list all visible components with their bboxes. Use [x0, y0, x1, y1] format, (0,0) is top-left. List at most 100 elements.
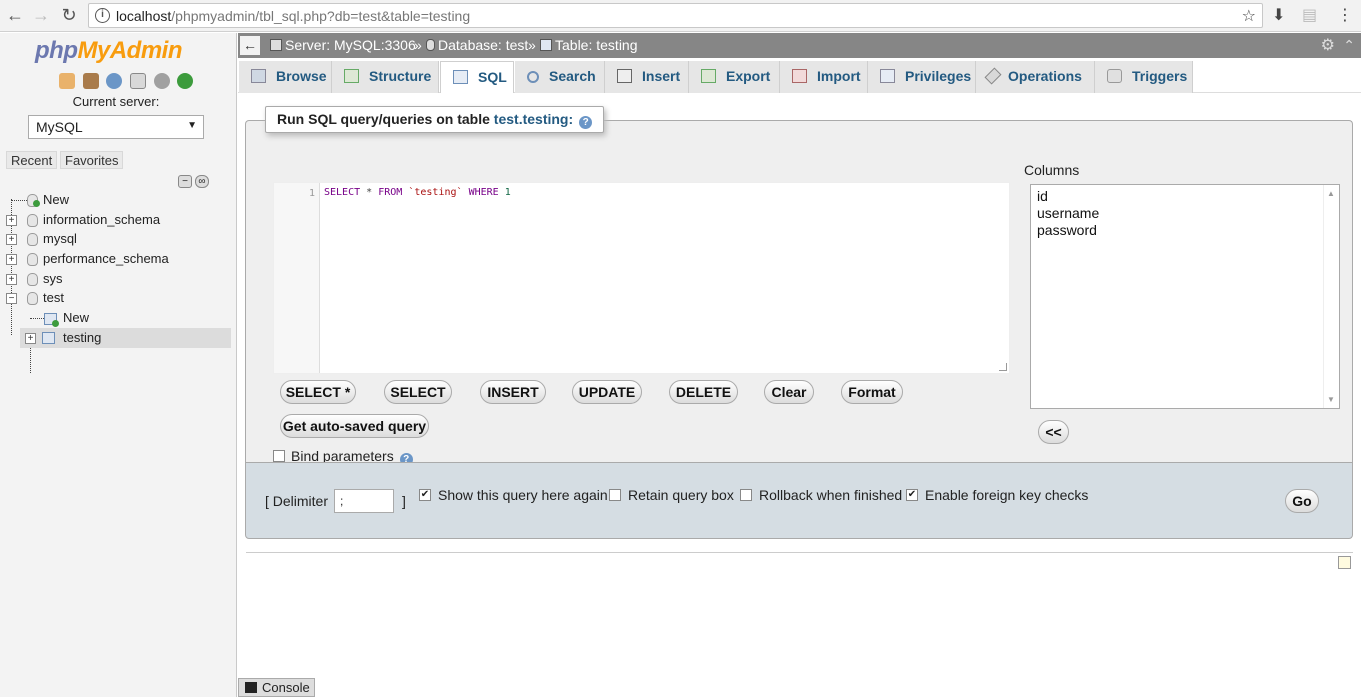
expand-icon[interactable]: +	[6, 234, 17, 245]
insert-columns-button[interactable]: <<	[1038, 420, 1069, 444]
tab-triggers[interactable]: Triggers	[1095, 61, 1193, 93]
column-option-password[interactable]: password	[1037, 222, 1097, 238]
tab-search[interactable]: Search	[515, 61, 605, 93]
extension-icon[interactable]: ▤	[1302, 5, 1317, 25]
breadcrumb-database[interactable]: Database: test	[426, 33, 528, 58]
collapse-icon[interactable]: −	[6, 293, 17, 304]
help-icon[interactable]	[106, 73, 123, 89]
breadcrumb-table[interactable]: Table: testing	[540, 33, 638, 58]
sql-editor[interactable]: 1 SELECT * FROM `testing` WHERE 1	[273, 182, 1010, 374]
help-icon[interactable]: ?	[579, 116, 593, 129]
tree-item-information-schema[interactable]: + information_schema	[0, 210, 231, 230]
update-button[interactable]: UPDATE	[572, 380, 642, 404]
navigation-panel: phpMyAdmin Current server: MySQL ▼ Recen…	[0, 33, 237, 697]
dropdown-arrow-icon: ▼	[187, 120, 197, 131]
recent-tab[interactable]: Recent	[6, 151, 58, 169]
collapse-navigation-arrow-icon[interactable]: ←	[240, 36, 260, 55]
tree-item-label: New	[63, 310, 90, 325]
go-button[interactable]: Go	[1285, 489, 1319, 513]
breadcrumb-server[interactable]: Server: MySQL:3306	[270, 33, 416, 58]
collapse-up-icon[interactable]: ⌃	[1343, 33, 1355, 58]
note-icon[interactable]	[1338, 556, 1351, 569]
tree-item-label: mysql	[43, 231, 77, 246]
columns-scrollbar[interactable]: ▲ ▼	[1323, 185, 1339, 408]
sql-query-text[interactable]: SELECT * FROM `testing` WHERE 1	[324, 187, 511, 198]
resize-grip-icon[interactable]	[999, 363, 1007, 371]
console-toggle[interactable]: Console	[238, 678, 315, 697]
select-star-button[interactable]: SELECT *	[280, 380, 356, 404]
rollback-checkbox[interactable]	[740, 489, 752, 501]
current-server-label: Current server:	[72, 94, 160, 109]
foreign-key-checks-checkbox[interactable]: ✔	[906, 489, 918, 501]
retain-query-box-checkbox[interactable]	[609, 489, 621, 501]
tab-browse[interactable]: Browse	[239, 61, 332, 93]
editor-gutter: 1	[274, 183, 320, 373]
tree-item-new-table[interactable]: New	[30, 308, 230, 328]
tab-operations[interactable]: Operations	[976, 61, 1095, 93]
bookmark-star-icon[interactable]: ☆	[1242, 6, 1256, 26]
info-icon[interactable]: i	[95, 8, 110, 23]
foreign-key-checks-label: Enable foreign key checks	[925, 487, 1089, 503]
insert-button[interactable]: INSERT	[480, 380, 546, 404]
tab-structure[interactable]: Structure	[332, 61, 439, 93]
docs-icon[interactable]	[129, 73, 146, 89]
expand-icon[interactable]: +	[6, 274, 17, 285]
console-label: Console	[262, 680, 310, 695]
breadcrumb-separator: »	[528, 37, 536, 53]
tab-import[interactable]: Import	[780, 61, 868, 93]
expand-icon[interactable]: +	[25, 333, 36, 344]
select-button[interactable]: SELECT	[384, 380, 452, 404]
tab-insert[interactable]: Insert	[605, 61, 689, 93]
query-options-fieldset: [ Delimiter ; ] ✔ Show this query here a…	[245, 462, 1353, 539]
tab-sql[interactable]: SQL	[440, 61, 514, 93]
table-link[interactable]: test.testing:	[494, 111, 573, 127]
column-option-id[interactable]: id	[1037, 188, 1048, 204]
settings-gear-icon[interactable]	[153, 73, 170, 89]
delete-button[interactable]: DELETE	[669, 380, 738, 404]
server-select[interactable]: MySQL ▼	[28, 115, 204, 139]
sql-panel-legend: Run SQL query/queries on table test.test…	[265, 106, 605, 133]
tab-export[interactable]: Export	[689, 61, 780, 93]
tree-item-mysql[interactable]: + mysql	[0, 229, 231, 249]
address-bar[interactable]: i localhost/phpmyadmin/tbl_sql.php?db=te…	[88, 3, 1263, 28]
home-icon[interactable]	[59, 73, 75, 89]
sql-query-fieldset: Columns id username password ▲ ▼ << 1 SE…	[245, 120, 1353, 466]
table-icon	[42, 332, 55, 344]
columns-list[interactable]: id username password ▲ ▼	[1030, 184, 1340, 409]
forward-arrow-icon[interactable]: →	[30, 4, 52, 26]
phpmyadmin-logo[interactable]: phpMyAdmin	[35, 37, 182, 65]
show-query-checkbox[interactable]: ✔	[419, 489, 431, 501]
tree-item-testing[interactable]: + testing	[20, 328, 231, 348]
breadcrumb: ← Server: MySQL:3306 » Database: test » …	[238, 33, 1361, 58]
tree-item-performance-schema[interactable]: + performance_schema	[0, 249, 231, 269]
collapse-all-icon[interactable]: −	[178, 175, 192, 188]
tree-item-sys[interactable]: + sys	[0, 269, 231, 289]
tree-item-test[interactable]: − test	[0, 288, 231, 308]
tree-item-new-database[interactable]: New	[11, 190, 231, 210]
scroll-up-icon[interactable]: ▲	[1327, 189, 1335, 198]
delimiter-input[interactable]: ;	[334, 489, 394, 513]
bind-parameters-checkbox[interactable]	[273, 450, 285, 462]
reload-icon[interactable]: ↻	[58, 4, 80, 26]
menu-dots-icon[interactable]: ⋮	[1337, 5, 1353, 25]
settings-gear-icon[interactable]: ⚙	[1321, 33, 1335, 58]
scroll-down-icon[interactable]: ▼	[1327, 395, 1335, 404]
expand-icon[interactable]: +	[6, 215, 17, 226]
download-icon[interactable]: ⬇	[1272, 5, 1285, 25]
link-icon[interactable]: ∞	[195, 175, 209, 188]
add-icon	[33, 200, 40, 207]
format-button[interactable]: Format	[841, 380, 903, 404]
server-select-value: MySQL	[36, 119, 83, 135]
wrench-icon	[984, 67, 1002, 85]
tree-item-label: test	[43, 290, 64, 305]
favorites-tab[interactable]: Favorites	[60, 151, 124, 169]
get-auto-saved-query-button[interactable]: Get auto-saved query	[280, 414, 429, 438]
back-arrow-icon[interactable]: ←	[4, 4, 26, 26]
column-option-username[interactable]: username	[1037, 205, 1099, 221]
tab-privileges[interactable]: Privileges	[868, 61, 976, 93]
reload-navigation-icon[interactable]	[177, 73, 194, 89]
top-menu: Browse Structure SQL Search Insert Expor…	[238, 58, 1361, 93]
expand-icon[interactable]: +	[6, 254, 17, 265]
clear-button[interactable]: Clear	[764, 380, 814, 404]
logout-icon[interactable]	[82, 73, 99, 89]
